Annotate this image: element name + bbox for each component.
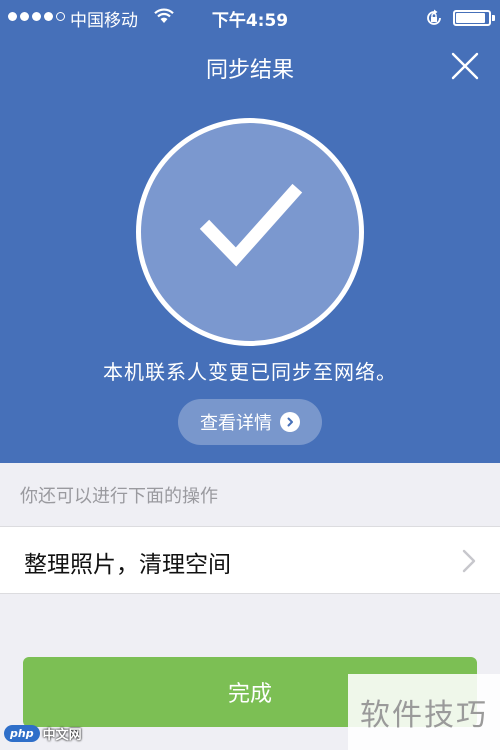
view-details-button[interactable]: 查看详情 xyxy=(178,399,322,445)
done-button-label: 完成 xyxy=(227,682,272,707)
battery-fill xyxy=(456,13,485,23)
rotation-lock-icon xyxy=(427,9,441,25)
page-title: 同步结果 xyxy=(205,58,294,83)
chevron-right-icon xyxy=(462,549,476,573)
success-circle xyxy=(136,118,364,346)
close-button[interactable] xyxy=(445,46,485,86)
watermark-logo: php 中文网 xyxy=(4,724,82,743)
more-actions-label: 你还可以进行下面的操作 xyxy=(20,486,218,507)
battery-tip xyxy=(492,15,495,21)
status-bar: 中国移动 下午4:59 xyxy=(0,0,500,34)
battery-icon xyxy=(453,10,491,26)
checkmark-icon xyxy=(199,183,303,267)
watermark-logo-badge: php xyxy=(4,725,40,742)
sync-result-header-panel: 中国移动 下午4:59 同步结果 本机联系人变更已同步至网络。 查看详情 xyxy=(0,0,500,463)
view-details-label: 查看详情 xyxy=(200,413,272,434)
close-icon xyxy=(451,52,479,80)
watermark: 软件技巧 xyxy=(348,674,500,750)
organize-photos-item[interactable]: 整理照片，清理空间 xyxy=(0,526,500,594)
watermark-logo-site: 中文网 xyxy=(42,728,82,743)
organize-photos-label: 整理照片，清理空间 xyxy=(24,552,231,578)
watermark-text: 软件技巧 xyxy=(360,698,488,733)
sync-result-message: 本机联系人变更已同步至网络。 xyxy=(103,360,397,384)
arrow-right-circle-icon xyxy=(280,412,300,432)
